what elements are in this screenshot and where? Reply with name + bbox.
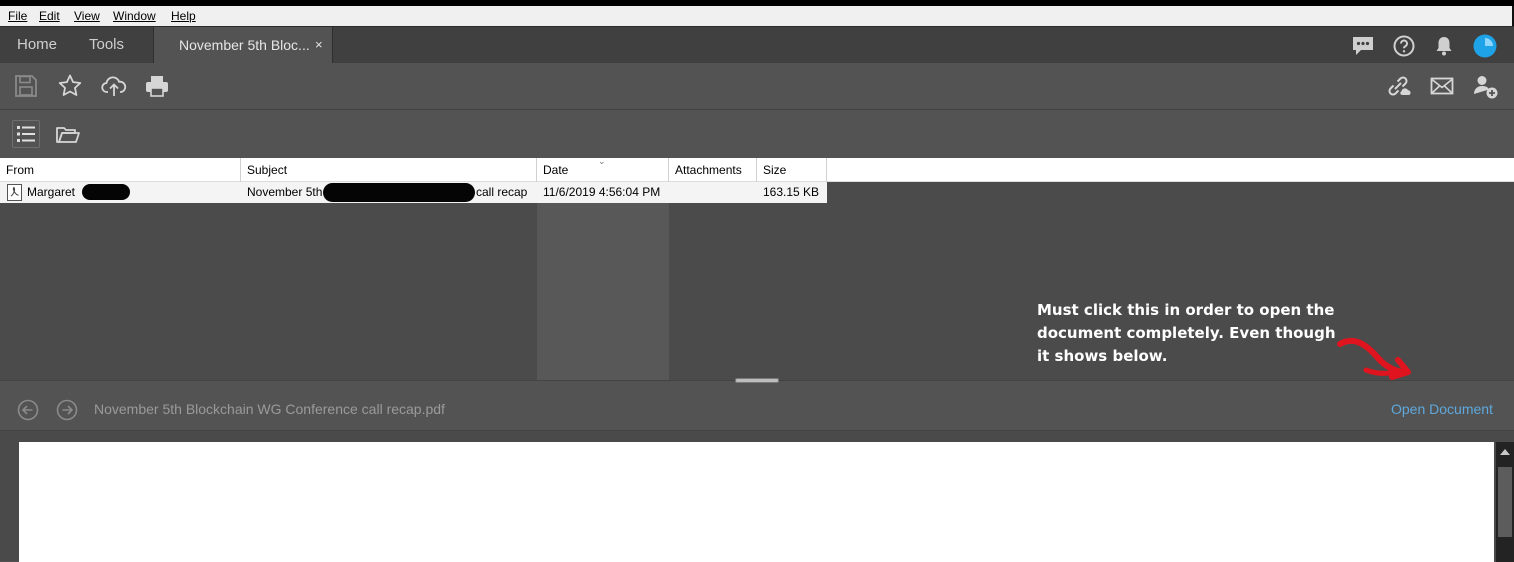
table-header: From Subject Date ⌄ Attachments Size	[0, 156, 1514, 182]
scroll-thumb[interactable]	[1498, 467, 1512, 537]
pdf-file-icon	[7, 184, 22, 201]
menu-bar: File Edit View Window Help	[0, 6, 1514, 26]
document-page	[19, 442, 1494, 562]
table-row[interactable]: Margaret November 5th call recap 11/6/20…	[0, 182, 827, 203]
cell-subject-start: November 5th	[247, 185, 323, 199]
menu-help[interactable]: Help	[171, 9, 196, 23]
tab-document-label: November 5th Bloc...	[179, 37, 310, 53]
preview-scrollbar[interactable]	[1496, 442, 1514, 562]
preview-navigation-bar: November 5th Blockchain WG Conference ca…	[0, 378, 1514, 430]
open-document-link[interactable]: Open Document	[1391, 401, 1493, 417]
star-icon[interactable]	[57, 73, 83, 99]
cell-subject-end: call recap	[476, 185, 528, 199]
annotation-arrow-icon	[1336, 336, 1416, 386]
tab-tools[interactable]: Tools	[89, 27, 124, 64]
tab-close-icon[interactable]: ×	[315, 27, 323, 63]
account-avatar-icon[interactable]	[1472, 33, 1498, 59]
previous-arrow-icon[interactable]	[17, 399, 39, 421]
email-icon[interactable]	[1429, 73, 1455, 99]
column-attachments[interactable]: Attachments	[669, 158, 757, 182]
share-link-icon[interactable]	[1385, 73, 1411, 99]
date-column-highlight	[537, 203, 669, 380]
next-arrow-icon[interactable]	[56, 399, 78, 421]
menu-view[interactable]: View	[74, 9, 100, 23]
chat-icon[interactable]	[1350, 33, 1376, 59]
main-toolbar	[0, 63, 1514, 110]
menu-file[interactable]: File	[8, 9, 27, 23]
tab-bar: Home Tools November 5th Bloc... ×	[0, 26, 1514, 64]
print-icon[interactable]	[144, 73, 170, 99]
redaction-mark	[323, 183, 475, 202]
menu-edit[interactable]: Edit	[39, 9, 60, 23]
column-size[interactable]: Size	[757, 158, 827, 182]
list-view-icon[interactable]	[12, 120, 40, 148]
cell-from: Margaret	[27, 185, 76, 199]
column-subject[interactable]: Subject	[241, 158, 537, 182]
column-from[interactable]: From	[0, 158, 241, 182]
bell-icon[interactable]	[1431, 33, 1457, 59]
cloud-upload-icon[interactable]	[101, 73, 127, 99]
save-icon[interactable]	[13, 73, 39, 99]
cell-date: 11/6/2019 4:56:04 PM	[543, 185, 661, 199]
document-preview	[0, 430, 1514, 562]
menu-window[interactable]: Window	[113, 9, 156, 23]
tab-home[interactable]: Home	[17, 27, 57, 64]
sort-descending-icon: ⌄	[598, 156, 606, 166]
annotation-note: Must click this in order to open the doc…	[1037, 301, 1336, 365]
add-user-icon[interactable]	[1472, 73, 1498, 99]
attachments-toolbar	[0, 110, 1514, 158]
redaction-mark	[82, 184, 130, 200]
open-folder-icon[interactable]	[55, 122, 81, 148]
column-date-label: Date	[543, 163, 569, 177]
cell-size: 163.15 KB	[763, 185, 820, 199]
help-icon[interactable]	[1391, 33, 1417, 59]
tab-document[interactable]: November 5th Bloc... ×	[153, 27, 333, 64]
splitter-handle[interactable]	[735, 378, 779, 383]
preview-filename: November 5th Blockchain WG Conference ca…	[94, 401, 445, 417]
column-date[interactable]: Date ⌄	[537, 156, 669, 182]
scroll-up-arrow-icon[interactable]	[1500, 449, 1510, 455]
